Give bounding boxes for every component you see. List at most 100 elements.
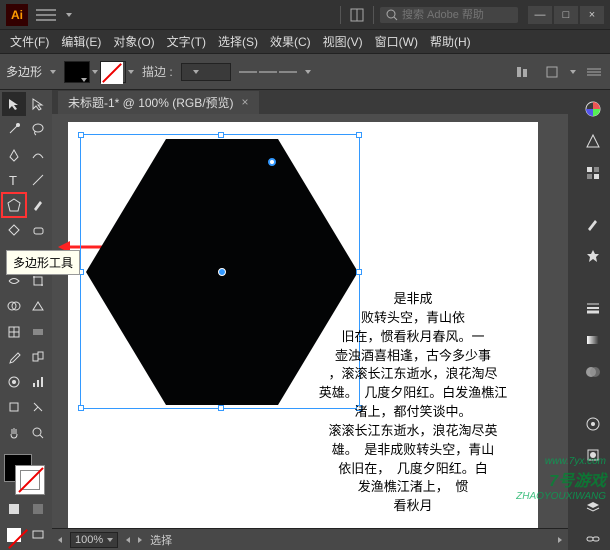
menu-edit[interactable]: 编辑(E) — [57, 31, 105, 52]
artboard-tool[interactable] — [2, 395, 26, 419]
eyedropper-tool[interactable] — [2, 345, 26, 369]
align-icon[interactable] — [514, 62, 534, 82]
none-mode-icon[interactable] — [2, 523, 26, 547]
menu-object[interactable]: 对象(O) — [109, 31, 158, 52]
swatches-panel-icon[interactable] — [582, 162, 604, 184]
color-guide-panel-icon[interactable] — [582, 130, 604, 152]
paintbrush-tool[interactable] — [26, 193, 50, 217]
artboard-next-icon[interactable] — [138, 537, 142, 543]
zoom-tool[interactable] — [26, 421, 50, 445]
symbols-panel-icon[interactable] — [582, 245, 604, 267]
gradient-mode-icon[interactable] — [26, 497, 50, 521]
menu-file[interactable]: 文件(F) — [6, 31, 53, 52]
slice-tool[interactable] — [26, 395, 50, 419]
shaper-tool[interactable] — [2, 218, 26, 242]
center-point[interactable] — [218, 268, 226, 276]
transform-icon[interactable] — [542, 62, 562, 82]
screen-mode-icon[interactable] — [26, 523, 50, 547]
stroke-dropdown-icon[interactable] — [128, 70, 134, 74]
hamburger-icon[interactable] — [36, 7, 56, 23]
zoom-field[interactable]: 100% — [70, 532, 118, 548]
document-tab-close-icon[interactable]: × — [242, 95, 249, 109]
arrange-docs-icon[interactable] — [347, 5, 367, 25]
app-logo: Ai — [6, 4, 28, 26]
fill-stroke-indicator[interactable] — [2, 452, 50, 496]
canvas-viewport[interactable]: 是非成 败转头空，青山依 旧在，惯看秋月春风。一 壶浊酒喜相逢，古今多少事 ，滚… — [52, 114, 568, 528]
sel-handle-sw[interactable] — [78, 405, 84, 411]
line-tool[interactable] — [26, 168, 50, 192]
type-tool[interactable]: T — [2, 168, 26, 192]
mesh-tool[interactable] — [2, 320, 26, 344]
menu-select[interactable]: 选择(S) — [214, 31, 262, 52]
selection-tool[interactable] — [2, 92, 26, 116]
brushes-panel-icon[interactable] — [582, 214, 604, 236]
direct-selection-tool[interactable] — [26, 92, 50, 116]
help-search-input[interactable] — [402, 9, 512, 21]
panel-divider[interactable] — [568, 90, 576, 550]
stroke-color-box[interactable] — [16, 466, 44, 494]
blend-tool[interactable] — [26, 345, 50, 369]
pen-tool[interactable] — [2, 143, 26, 167]
menu-view[interactable]: 视图(V) — [319, 31, 367, 52]
transparency-panel-icon[interactable] — [582, 361, 604, 383]
stroke-style-icon[interactable] — [239, 71, 297, 73]
zoom-value: 100% — [75, 534, 103, 546]
artboard-prev-icon[interactable] — [126, 537, 130, 543]
layers-panel-icon[interactable] — [582, 496, 604, 518]
lasso-tool[interactable] — [26, 117, 50, 141]
menu-effect[interactable]: 效果(C) — [266, 31, 315, 52]
polygon-tool[interactable] — [2, 193, 26, 217]
curvature-tool[interactable] — [26, 143, 50, 167]
workspace-dropdown-icon[interactable] — [66, 13, 72, 17]
stroke-panel-icon[interactable] — [582, 297, 604, 319]
title-bar: Ai — □ × — [0, 0, 610, 30]
status-mode-label: 选择 — [150, 532, 172, 548]
search-icon — [386, 9, 398, 21]
eraser-tool[interactable] — [26, 218, 50, 242]
sel-handle-nw[interactable] — [78, 132, 84, 138]
toolbox: T — [0, 90, 52, 550]
perspective-tool[interactable] — [26, 294, 50, 318]
shape-builder-tool[interactable] — [2, 294, 26, 318]
fill-dropdown-icon[interactable] — [92, 70, 98, 74]
scroll-right-icon[interactable] — [558, 537, 562, 543]
help-search[interactable] — [380, 7, 518, 23]
links-panel-icon[interactable] — [582, 528, 604, 550]
sel-handle-e[interactable] — [356, 269, 362, 275]
menu-type[interactable]: 文字(T) — [163, 31, 210, 52]
menu-window[interactable]: 窗口(W) — [371, 31, 422, 52]
hand-tool[interactable] — [2, 421, 26, 445]
appearance-panel-icon[interactable] — [582, 413, 604, 435]
nav-prev-icon[interactable] — [58, 537, 62, 543]
panel-menu-icon[interactable] — [584, 62, 604, 82]
stroke-weight-field[interactable] — [181, 63, 231, 81]
body-text[interactable]: 是非成 败转头空，青山依 旧在，惯看秋月春风。一 壶浊酒喜相逢，古今多少事 ，滚… — [298, 290, 528, 516]
stroke-style-dropdown-icon[interactable] — [305, 70, 311, 74]
shape-dropdown-icon[interactable] — [50, 70, 56, 74]
control-bar: 多边形 描边 : — [0, 54, 610, 90]
symbol-tool[interactable] — [2, 370, 26, 394]
gradient-tool[interactable] — [26, 320, 50, 344]
window-minimize-button[interactable]: — — [528, 6, 552, 24]
gradient-panel-icon[interactable] — [582, 329, 604, 351]
document-area: 未标题-1* @ 100% (RGB/预览) × — [52, 90, 568, 550]
menu-help[interactable]: 帮助(H) — [426, 31, 475, 52]
stroke-swatch[interactable] — [100, 61, 126, 83]
color-panel-icon[interactable] — [582, 98, 604, 120]
fill-swatch[interactable] — [64, 61, 90, 83]
sel-handle-n[interactable] — [218, 132, 224, 138]
artboard[interactable]: 是非成 败转头空，青山依 旧在，惯看秋月春风。一 壶浊酒喜相逢，古今多少事 ，滚… — [68, 122, 538, 528]
sel-handle-ne[interactable] — [356, 132, 362, 138]
graphic-styles-panel-icon[interactable] — [582, 445, 604, 467]
work-area: T 多边形工具 未标题-1* @ 10 — [0, 90, 610, 550]
anchor-point[interactable] — [268, 158, 276, 166]
magic-wand-tool[interactable] — [2, 117, 26, 141]
window-maximize-button[interactable]: □ — [554, 6, 578, 24]
color-mode-icon[interactable] — [2, 497, 26, 521]
window-close-button[interactable]: × — [580, 6, 604, 24]
zoom-dropdown-icon[interactable] — [107, 538, 113, 542]
sel-handle-s[interactable] — [218, 405, 224, 411]
document-tab[interactable]: 未标题-1* @ 100% (RGB/预览) × — [58, 91, 259, 114]
graph-tool[interactable] — [26, 370, 50, 394]
more-options-icon[interactable] — [570, 70, 576, 74]
